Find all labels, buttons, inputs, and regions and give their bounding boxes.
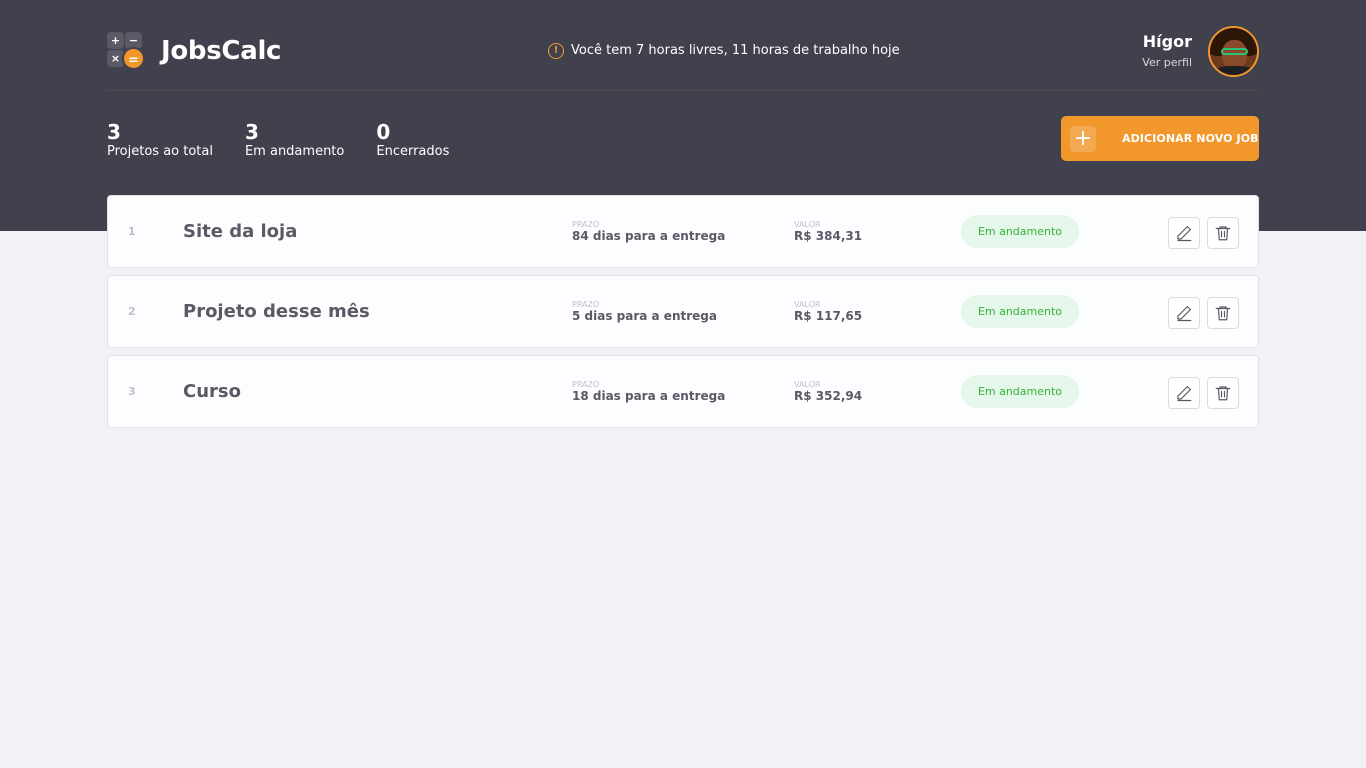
delete-button[interactable] [1207,377,1239,409]
app-name: JobsCalc [161,36,282,66]
calculator-logo-icon: + − × = [107,32,145,70]
profile-text: Hígor Ver perfil [1142,32,1192,71]
logo[interactable]: + − × = JobsCalc [107,32,281,70]
job-deadline: Prazo 84 dias para a entrega [572,220,725,244]
hours-notice-text: Você tem 7 horas livres, 11 horas de tra… [571,43,900,58]
stat-closed-label: Encerrados [376,144,450,159]
job-name: Site da loja [183,221,298,242]
profile-name: Hígor [1142,32,1192,51]
deadline-label: Prazo [572,300,600,309]
job-deadline: Prazo 5 dias para a entrega [572,300,717,324]
edit-button[interactable] [1168,217,1200,249]
stat-in-progress: 3 Em andamento [245,121,344,160]
stat-total-label: Projetos ao total [107,144,213,159]
pencil-icon [1177,226,1192,242]
job-id: 2 [128,305,136,318]
logo-equals: = [122,47,145,70]
top-bar: + − × = JobsCalc ! Você tem 7 horas livr… [107,0,1259,91]
job-row[interactable]: 2 Projeto desse mês Prazo 5 dias para a … [107,275,1259,348]
add-new-job-button[interactable]: + ADICIONAR NOVO JOB [1061,116,1259,161]
stat-closed: 0 Encerrados [376,121,449,160]
status-badge: Em andamento [961,215,1079,248]
stat-in-progress-label: Em andamento [244,144,345,159]
stat-closed-value: 0 [376,120,391,144]
pencil-icon [1177,306,1192,322]
job-id: 1 [128,225,136,238]
page-container: + − × = JobsCalc ! Você tem 7 horas livr… [107,0,1259,428]
trash-icon [1215,386,1231,401]
job-deadline: Prazo 18 dias para a entrega [572,380,725,404]
job-name: Curso [183,381,241,402]
trash-icon [1215,226,1231,241]
job-id: 3 [128,385,136,398]
pencil-icon [1177,386,1192,402]
delete-button[interactable] [1207,297,1239,329]
job-value: Valor R$ 384,31 [794,220,862,244]
add-new-job-label: ADICIONAR NOVO JOB [1122,132,1259,145]
value-label: Valor [794,220,821,229]
delete-button[interactable] [1207,217,1239,249]
deadline-label: Prazo [572,220,600,229]
job-value: Valor R$ 352,94 [794,380,862,404]
hours-notice: ! Você tem 7 horas livres, 11 horas de t… [548,43,900,59]
stat-in-progress-value: 3 [244,120,259,144]
value-amount: R$ 117,65 [794,309,863,323]
job-row[interactable]: 1 Site da loja Prazo 84 dias para a entr… [107,195,1259,268]
plus-icon: + [1070,125,1096,152]
stat-total-value: 3 [107,120,121,144]
value-label: Valor [794,300,821,309]
summary: 3 Projetos ao total 3 Em andamento 0 Enc… [107,121,481,160]
status-badge: Em andamento [961,295,1079,328]
edit-button[interactable] [1168,297,1200,329]
deadline-value: 18 dias para a entrega [572,389,726,403]
value-amount: R$ 352,94 [794,389,863,403]
edit-button[interactable] [1168,377,1200,409]
job-value: Valor R$ 117,65 [794,300,862,324]
alert-circle-icon: ! [548,43,564,59]
avatar[interactable] [1208,26,1259,77]
deadline-value: 84 dias para a entrega [572,229,726,243]
view-profile-link[interactable]: Ver perfil [1142,55,1192,71]
trash-icon [1215,306,1231,321]
deadline-value: 5 dias para a entrega [572,309,717,323]
job-row[interactable]: 3 Curso Prazo 18 dias para a entrega Val… [107,355,1259,428]
deadline-label: Prazo [572,380,600,389]
job-list: 1 Site da loja Prazo 84 dias para a entr… [107,195,1259,435]
profile[interactable]: Hígor Ver perfil [1142,26,1259,77]
job-name: Projeto desse mês [183,301,370,322]
status-badge: Em andamento [961,375,1079,408]
value-label: Valor [794,380,821,389]
logo-plus: + [107,32,124,49]
value-amount: R$ 384,31 [794,229,863,243]
stat-total: 3 Projetos ao total [107,121,213,160]
